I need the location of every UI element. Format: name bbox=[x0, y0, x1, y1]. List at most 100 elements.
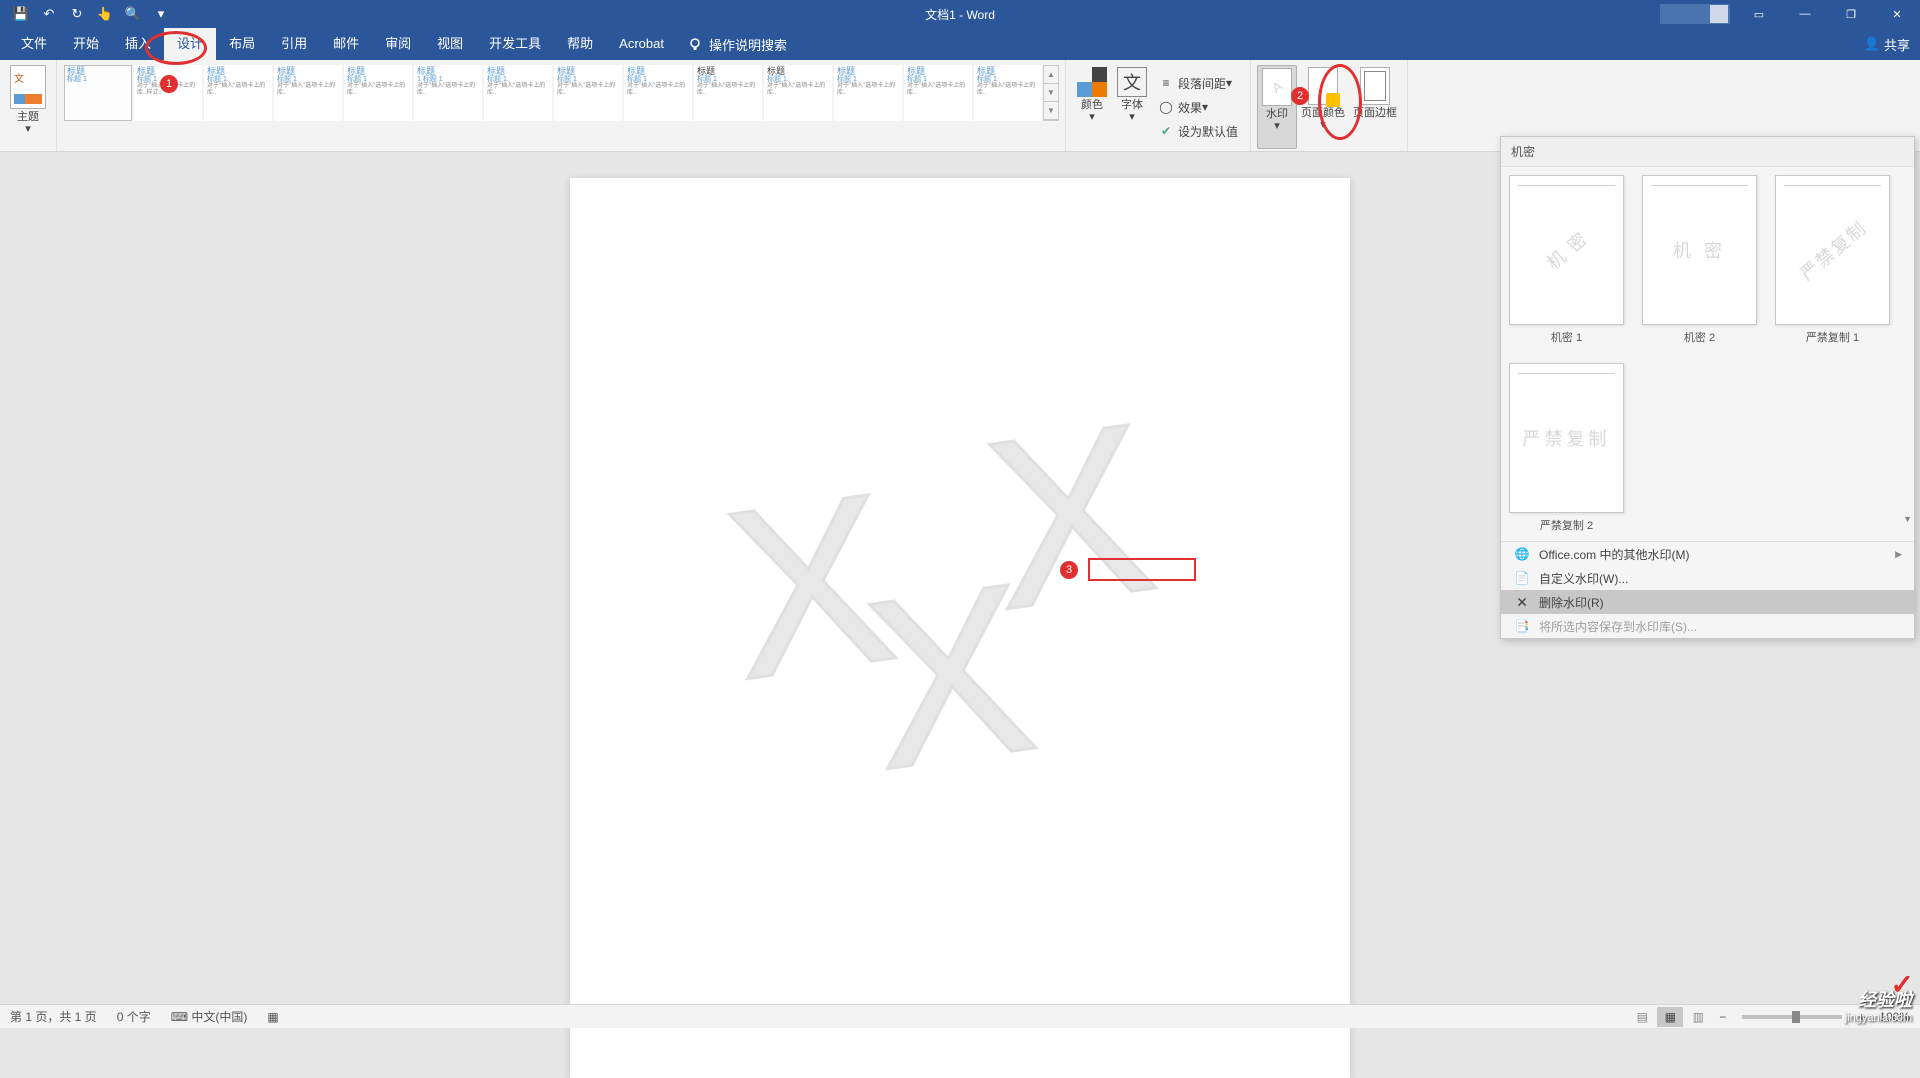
style-item[interactable]: 标题标题 1对于"插入"选项卡上的库.. bbox=[834, 65, 902, 121]
themes-button[interactable]: 主题▾ bbox=[6, 63, 50, 147]
style-item[interactable]: 标题标题 1对于"插入"选项卡上的库.. bbox=[204, 65, 272, 121]
style-item[interactable]: 标题标题 1 bbox=[64, 65, 132, 121]
gallery-scroll[interactable]: ▲ ▼ ▼ bbox=[1043, 65, 1059, 121]
tab-references[interactable]: 引用 bbox=[268, 28, 320, 60]
tab-view[interactable]: 视图 bbox=[424, 28, 476, 60]
tab-file[interactable]: 文件 bbox=[8, 28, 60, 60]
keyboard-icon: ⌨ bbox=[171, 1010, 188, 1024]
tab-help[interactable]: 帮助 bbox=[554, 28, 606, 60]
page-count[interactable]: 第 1 页，共 1 页 bbox=[10, 1008, 97, 1025]
zoom-out-button[interactable]: − bbox=[1713, 1010, 1732, 1024]
check-icon: ✔ bbox=[1158, 123, 1174, 139]
save-button[interactable]: 💾 bbox=[8, 1, 34, 27]
remove-watermark-icon: 🗙 bbox=[1513, 594, 1531, 610]
page-background-group: 水印▾ 页面颜色▾ 页面边框 bbox=[1251, 60, 1408, 151]
page-color-icon bbox=[1308, 67, 1338, 105]
more-watermarks-office-item[interactable]: 🌐 Office.com 中的其他水印(M)▶ bbox=[1501, 542, 1914, 566]
colors-button[interactable]: 颜色▾ bbox=[1072, 65, 1112, 149]
style-gallery-group: 标题标题 1 标题标题 1对于"插入"选项卡上的库..样式.. 标题标题 1对于… bbox=[57, 60, 1066, 151]
remove-watermark-item[interactable]: 🗙 删除水印(R) bbox=[1501, 590, 1914, 614]
style-item[interactable]: 标题1 标题 1对于"插入"选项卡上的库.. bbox=[414, 65, 482, 121]
watermark-option-confidential-2[interactable]: 机 密 机密 2 bbox=[1642, 175, 1757, 345]
status-bar: 第 1 页，共 1 页 0 个字 ⌨ 中文(中国) ▦ ▤ ▦ ▥ − + 10… bbox=[0, 1004, 1920, 1028]
share-label: 共享 bbox=[1884, 35, 1910, 54]
dropdown-scroll-down-icon[interactable]: ▼ bbox=[1903, 514, 1912, 524]
gallery-more-icon[interactable]: ▼ bbox=[1044, 102, 1058, 120]
tab-insert[interactable]: 插入 bbox=[112, 28, 164, 60]
watermark-caption: 机密 2 bbox=[1684, 329, 1715, 345]
gallery-down-icon[interactable]: ▼ bbox=[1044, 84, 1058, 102]
style-item[interactable]: 标题标题 1对于"插入"选项卡上的库.. bbox=[554, 65, 622, 121]
save-selection-watermark-item: 📑 将所选内容保存到水印库(S)... bbox=[1501, 614, 1914, 638]
close-button[interactable]: ✕ bbox=[1874, 0, 1920, 28]
watermark-dropdown: 机密 机 密 机密 1 机 密 机密 2 严禁复制 严禁复制 1 严禁复制 严禁… bbox=[1500, 136, 1915, 639]
watermark-option-nocopy-1[interactable]: 严禁复制 严禁复制 1 bbox=[1775, 175, 1890, 345]
watermark-caption: 机密 1 bbox=[1551, 329, 1582, 345]
themes-group: 主题▾ bbox=[0, 60, 57, 151]
style-item[interactable]: 标题标题 1对于"插入"选项卡上的库.. bbox=[974, 65, 1042, 121]
style-item[interactable]: 标题标题 1对于"插入"选项卡上的库..样式.. bbox=[134, 65, 202, 121]
style-item[interactable]: 标题标题 1对于"插入"选项卡上的库.. bbox=[624, 65, 692, 121]
watermark-caption: 严禁复制 2 bbox=[1540, 517, 1593, 533]
print-layout-button[interactable]: ▦ bbox=[1657, 1007, 1683, 1027]
formatting-small-group: ≡段落间距 ▾ ◯效果 ▾ ✔设为默认值 bbox=[1152, 68, 1244, 146]
quick-access-toolbar: 💾 ↶ ↻ 👆 🔍 ▾ bbox=[0, 1, 174, 27]
style-item[interactable]: 标题标题 1对于"插入"选项卡上的库.. bbox=[484, 65, 552, 121]
set-default-button[interactable]: ✔设为默认值 bbox=[1158, 120, 1238, 142]
custom-watermark-item[interactable]: 📄 自定义水印(W)... bbox=[1501, 566, 1914, 590]
style-item[interactable]: 标题标题 1对于"插入"选项卡上的库.. bbox=[904, 65, 972, 121]
gallery-up-icon[interactable]: ▲ bbox=[1044, 66, 1058, 84]
tab-review[interactable]: 审阅 bbox=[372, 28, 424, 60]
watermark-caption: 严禁复制 1 bbox=[1806, 329, 1859, 345]
watermark-option-nocopy-2[interactable]: 严禁复制 严禁复制 2 bbox=[1509, 363, 1624, 533]
tab-acrobat[interactable]: Acrobat bbox=[606, 28, 677, 60]
tab-design[interactable]: 设计 bbox=[164, 28, 216, 60]
fonts-button[interactable]: 文 字体▾ bbox=[1112, 65, 1152, 149]
page-color-button[interactable]: 页面颜色▾ bbox=[1297, 65, 1349, 149]
page-borders-button[interactable]: 页面边框 bbox=[1349, 65, 1401, 149]
watermark-option-confidential-1[interactable]: 机 密 机密 1 bbox=[1509, 175, 1624, 345]
save-gallery-icon: 📑 bbox=[1513, 618, 1531, 634]
fonts-icon: 文 bbox=[1117, 67, 1147, 97]
tab-mailings[interactable]: 邮件 bbox=[320, 28, 372, 60]
qat-more-button[interactable]: ▾ bbox=[148, 1, 174, 27]
word-count[interactable]: 0 个字 bbox=[117, 1008, 151, 1025]
document-formatting-gallery[interactable]: 标题标题 1 标题标题 1对于"插入"选项卡上的库..样式.. 标题标题 1对于… bbox=[63, 63, 1043, 123]
style-item[interactable]: 标题标题 1对于"插入"选项卡上的库.. bbox=[694, 65, 762, 121]
share-button[interactable]: 👤 共享 bbox=[1864, 35, 1910, 54]
redo-button[interactable]: ↻ bbox=[64, 1, 90, 27]
effects-button[interactable]: ◯效果 ▾ bbox=[1158, 96, 1238, 118]
undo-button[interactable]: ↶ bbox=[36, 1, 62, 27]
watermark-thumb: 机 密 bbox=[1509, 175, 1624, 325]
maximize-button[interactable]: ❐ bbox=[1828, 0, 1874, 28]
dropdown-section-header: 机密 bbox=[1501, 137, 1914, 167]
ribbon-display-options-button[interactable]: ▭ bbox=[1736, 0, 1782, 28]
annotation-badge-1: 1 bbox=[160, 75, 178, 93]
office-icon: 🌐 bbox=[1513, 546, 1531, 562]
watermark-button[interactable]: 水印▾ bbox=[1257, 65, 1297, 149]
language-status[interactable]: ⌨ 中文(中国) bbox=[171, 1008, 248, 1025]
watermark-thumb: 机 密 bbox=[1642, 175, 1757, 325]
style-item[interactable]: 标题标题 1对于"插入"选项卡上的库.. bbox=[274, 65, 342, 121]
print-preview-button[interactable]: 🔍 bbox=[120, 1, 146, 27]
checkmark-icon: ✓ bbox=[1891, 968, 1914, 1001]
colors-icon bbox=[1077, 67, 1107, 97]
document-page[interactable]: X X X bbox=[570, 178, 1350, 1078]
user-account[interactable] bbox=[1660, 4, 1730, 24]
tab-home[interactable]: 开始 bbox=[60, 28, 112, 60]
tell-me-search[interactable]: 操作说明搜索 bbox=[687, 35, 787, 54]
web-layout-button[interactable]: ▥ bbox=[1685, 1007, 1711, 1027]
title-bar: 💾 ↶ ↻ 👆 🔍 ▾ 文档1 - Word ▭ — ❐ ✕ bbox=[0, 0, 1920, 28]
tab-layout[interactable]: 布局 bbox=[216, 28, 268, 60]
minimize-button[interactable]: — bbox=[1782, 0, 1828, 28]
tab-developer[interactable]: 开发工具 bbox=[476, 28, 554, 60]
read-mode-button[interactable]: ▤ bbox=[1629, 1007, 1655, 1027]
style-item[interactable]: 标题标题 1对于"插入"选项卡上的库.. bbox=[764, 65, 832, 121]
zoom-slider[interactable] bbox=[1742, 1015, 1842, 1019]
style-item[interactable]: 标题标题 1对于"插入"选项卡上的库.. bbox=[344, 65, 412, 121]
paragraph-spacing-button[interactable]: ≡段落间距 ▾ bbox=[1158, 72, 1238, 94]
custom-watermark-icon: 📄 bbox=[1513, 570, 1531, 586]
touch-mode-button[interactable]: 👆 bbox=[92, 1, 118, 27]
macro-status[interactable]: ▦ bbox=[267, 1010, 278, 1024]
watermark-thumb: 严禁复制 bbox=[1775, 175, 1890, 325]
